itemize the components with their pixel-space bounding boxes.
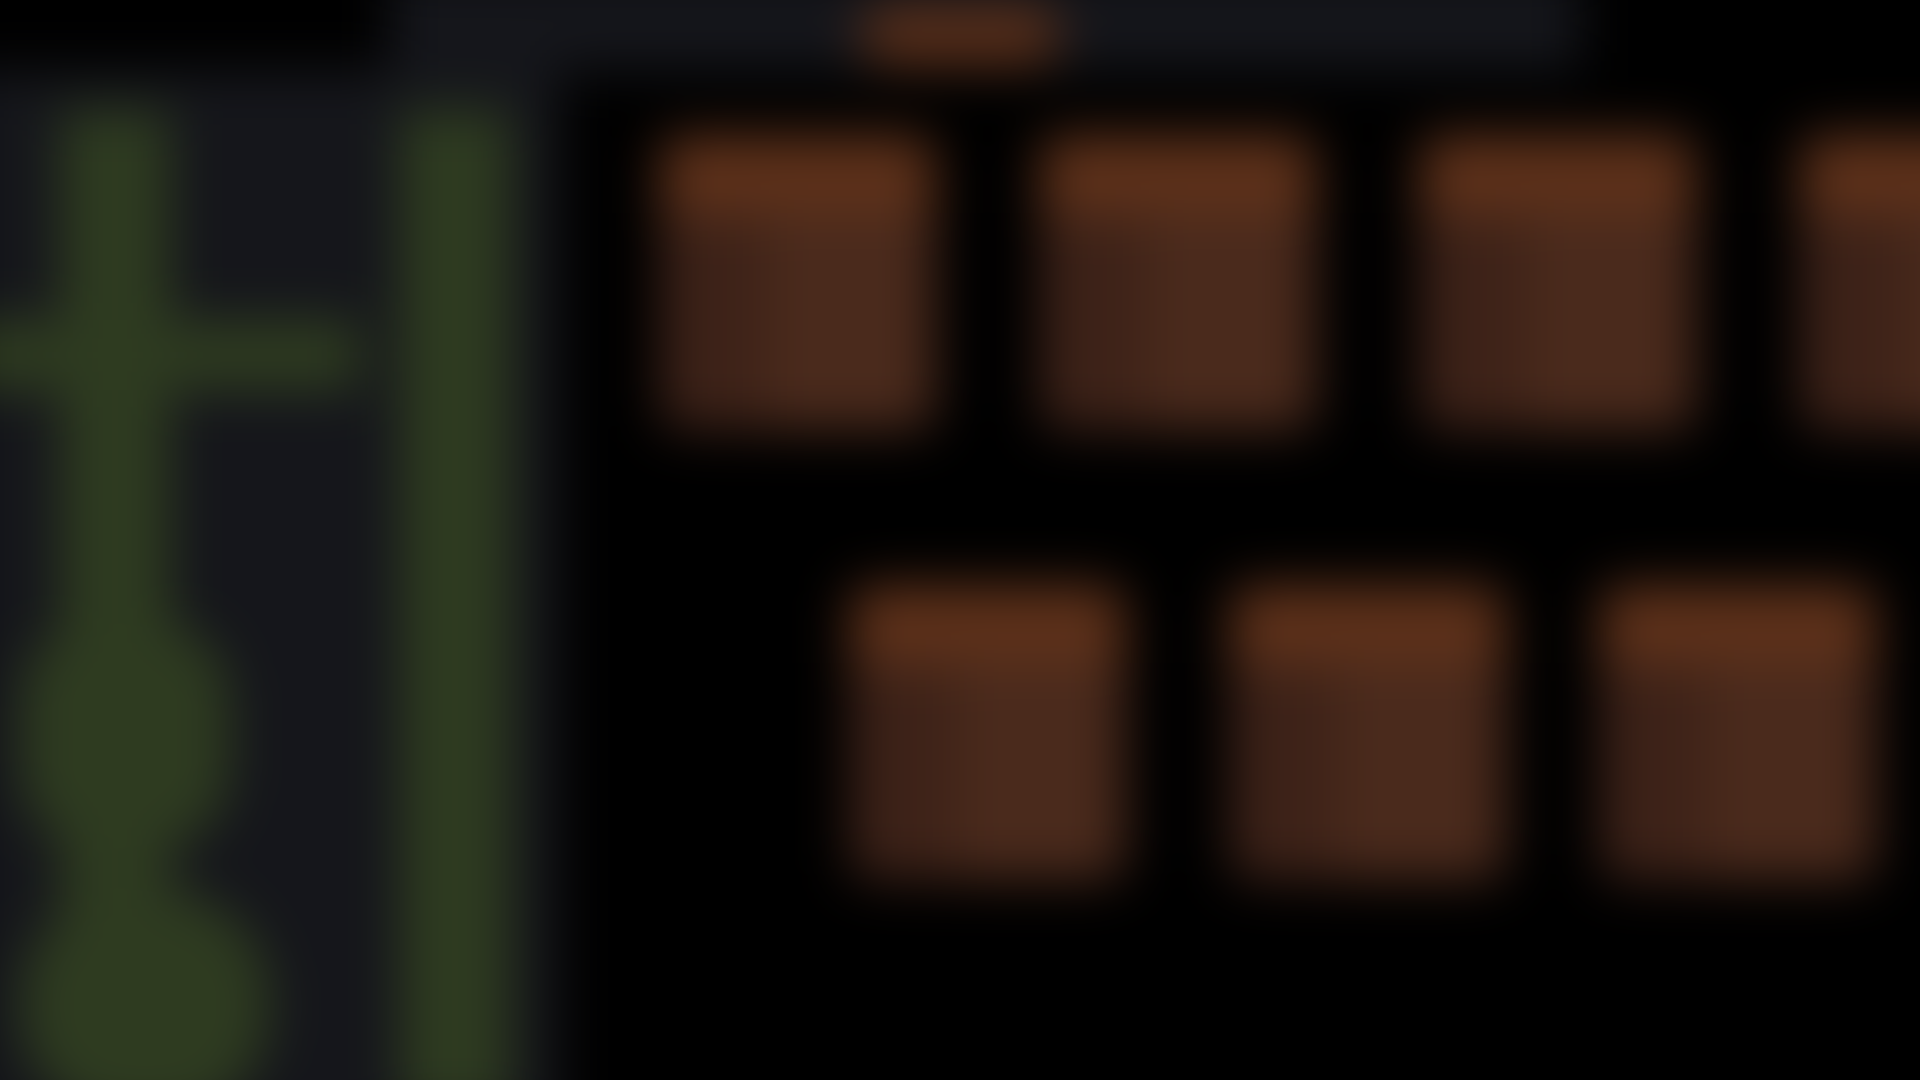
grid-tile-button[interactable]: [1230, 585, 1505, 880]
grid-tile-button[interactable]: [1800, 135, 1920, 430]
top-tab-button[interactable]: [860, 5, 1060, 65]
grid-tile-button[interactable]: [1040, 135, 1315, 430]
tree-branch-bar: [0, 320, 360, 390]
grid-tile-button[interactable]: [660, 135, 935, 430]
tree-node-blob: [20, 890, 270, 1080]
tree-node-blob: [20, 620, 230, 850]
tree-trunk-bar: [60, 110, 170, 990]
app-window: [0, 0, 1920, 1080]
grid-tile-button[interactable]: [1600, 585, 1875, 880]
tree-right-bar: [400, 110, 510, 1080]
grid-tile-button[interactable]: [850, 585, 1125, 880]
grid-tile-button[interactable]: [1420, 135, 1695, 430]
